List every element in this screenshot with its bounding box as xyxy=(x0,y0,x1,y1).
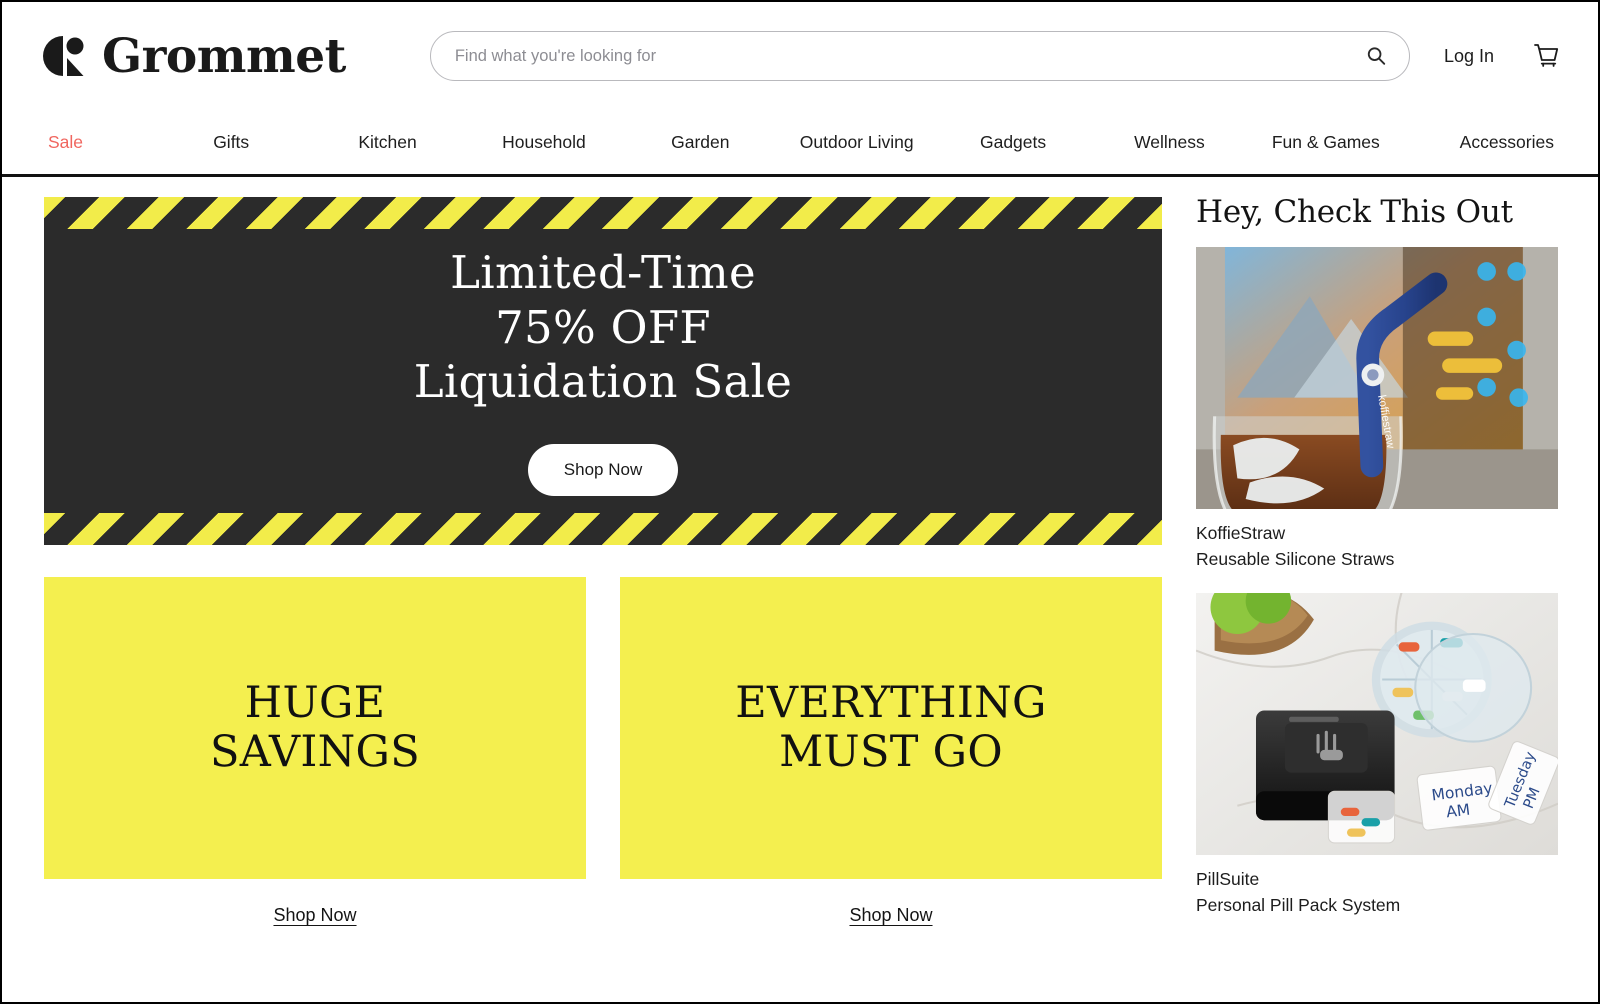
sidebar: Hey, Check This Out koffiestraw KoffieSt… xyxy=(1196,197,1558,1002)
primary-navigation: Sale Gifts Kitchen Household Garden Outd… xyxy=(2,110,1598,174)
nav-item-fun-and-games[interactable]: Fun & Games xyxy=(1248,132,1404,153)
promo-panel-everything-must-go[interactable]: Everything Must Go xyxy=(620,577,1162,879)
product-description-koffiestraw: Reusable Silicone Straws xyxy=(1196,549,1395,570)
site-header: Grommet Log In xyxy=(2,2,1598,177)
promo-tiles: Huge Savings Shop Now Everything Must Go xyxy=(44,577,1162,926)
promo-text-huge-savings: Huge Savings xyxy=(210,677,420,777)
promo-tile-everything-must-go: Everything Must Go Shop Now xyxy=(620,577,1162,926)
main-column: Limited-Time 75% OFF Liquidation Sale Sh… xyxy=(44,197,1162,1002)
product-name-pillsuite: PillSuite xyxy=(1196,868,1260,889)
nav-item-kitchen[interactable]: Kitchen xyxy=(309,132,465,153)
sidebar-title: Hey, Check This Out xyxy=(1196,194,1513,230)
hazard-stripe-bottom xyxy=(44,513,1162,545)
promo-line-2: Savings xyxy=(210,727,420,777)
nav-item-garden[interactable]: Garden xyxy=(622,132,778,153)
sidebar-card-pillsuite[interactable]: Monday AM Tuesday PM PillSuite Personal … xyxy=(1196,592,1558,919)
promo-shop-now-link-everything-must-go[interactable]: Shop Now xyxy=(849,905,932,926)
page-root: Grommet Log In xyxy=(0,0,1600,1004)
shopping-cart-icon[interactable] xyxy=(1532,42,1560,70)
svg-text:AM: AM xyxy=(1445,800,1471,821)
promo-link-row-huge-savings: Shop Now xyxy=(44,905,586,926)
nav-item-sale[interactable]: Sale xyxy=(48,132,153,153)
hazard-stripe-top xyxy=(44,197,1162,229)
nav-item-gifts[interactable]: Gifts xyxy=(153,132,309,153)
promo-line-2: Must Go xyxy=(779,727,1003,777)
nav-item-wellness[interactable]: Wellness xyxy=(1091,132,1247,153)
search-input[interactable] xyxy=(454,46,1365,66)
hero-title: Limited-Time 75% OFF Liquidation Sale xyxy=(414,246,792,411)
promo-link-row-everything-must-go: Shop Now xyxy=(620,905,1162,926)
promo-tile-huge-savings: Huge Savings Shop Now xyxy=(44,577,586,926)
header-actions: Log In xyxy=(1410,42,1560,70)
search-bar[interactable] xyxy=(429,31,1410,81)
brand-logo[interactable]: Grommet xyxy=(42,33,346,80)
product-description-pillsuite: Personal Pill Pack System xyxy=(1196,894,1401,915)
nav-item-household[interactable]: Household xyxy=(466,132,622,153)
product-thumbnail-koffiestraw: koffiestraw xyxy=(1196,247,1558,509)
pillsuite-product-image: Monday AM Tuesday PM xyxy=(1196,592,1558,855)
promo-line-1: Huge xyxy=(244,677,386,728)
login-link[interactable]: Log In xyxy=(1444,46,1494,67)
sidebar-card-koffiestraw[interactable]: koffiestraw KoffieStraw Reusable Silicon… xyxy=(1196,247,1558,573)
nav-item-accessories[interactable]: Accessories xyxy=(1404,132,1554,153)
promo-text-everything-must-go: Everything Must Go xyxy=(735,677,1047,777)
page-content: Limited-Time 75% OFF Liquidation Sale Sh… xyxy=(2,177,1598,1002)
nav-item-outdoor-living[interactable]: Outdoor Living xyxy=(779,132,935,153)
header-top-bar: Grommet Log In xyxy=(2,2,1598,110)
hero-banner: Limited-Time 75% OFF Liquidation Sale Sh… xyxy=(44,197,1162,545)
promo-panel-huge-savings[interactable]: Huge Savings xyxy=(44,577,586,879)
product-thumbnail-pillsuite: Monday AM Tuesday PM xyxy=(1196,592,1558,855)
grommet-logo-mark-icon xyxy=(43,36,84,76)
hero-shop-now-button[interactable]: Shop Now xyxy=(527,444,679,497)
search-icon[interactable] xyxy=(1365,45,1387,67)
hero-title-line-1: Limited-Time xyxy=(450,245,756,299)
hero-title-line-2: 75% OFF xyxy=(495,300,711,354)
nav-item-gadgets[interactable]: Gadgets xyxy=(935,132,1091,153)
promo-shop-now-link-huge-savings[interactable]: Shop Now xyxy=(273,905,356,926)
brand-name: Grommet xyxy=(102,28,346,84)
product-name-koffiestraw: KoffieStraw xyxy=(1196,523,1286,543)
promo-line-1: Everything xyxy=(735,677,1047,728)
koffiestraw-product-image: koffiestraw xyxy=(1196,247,1558,509)
hero-title-line-3: Liquidation Sale xyxy=(413,355,793,409)
